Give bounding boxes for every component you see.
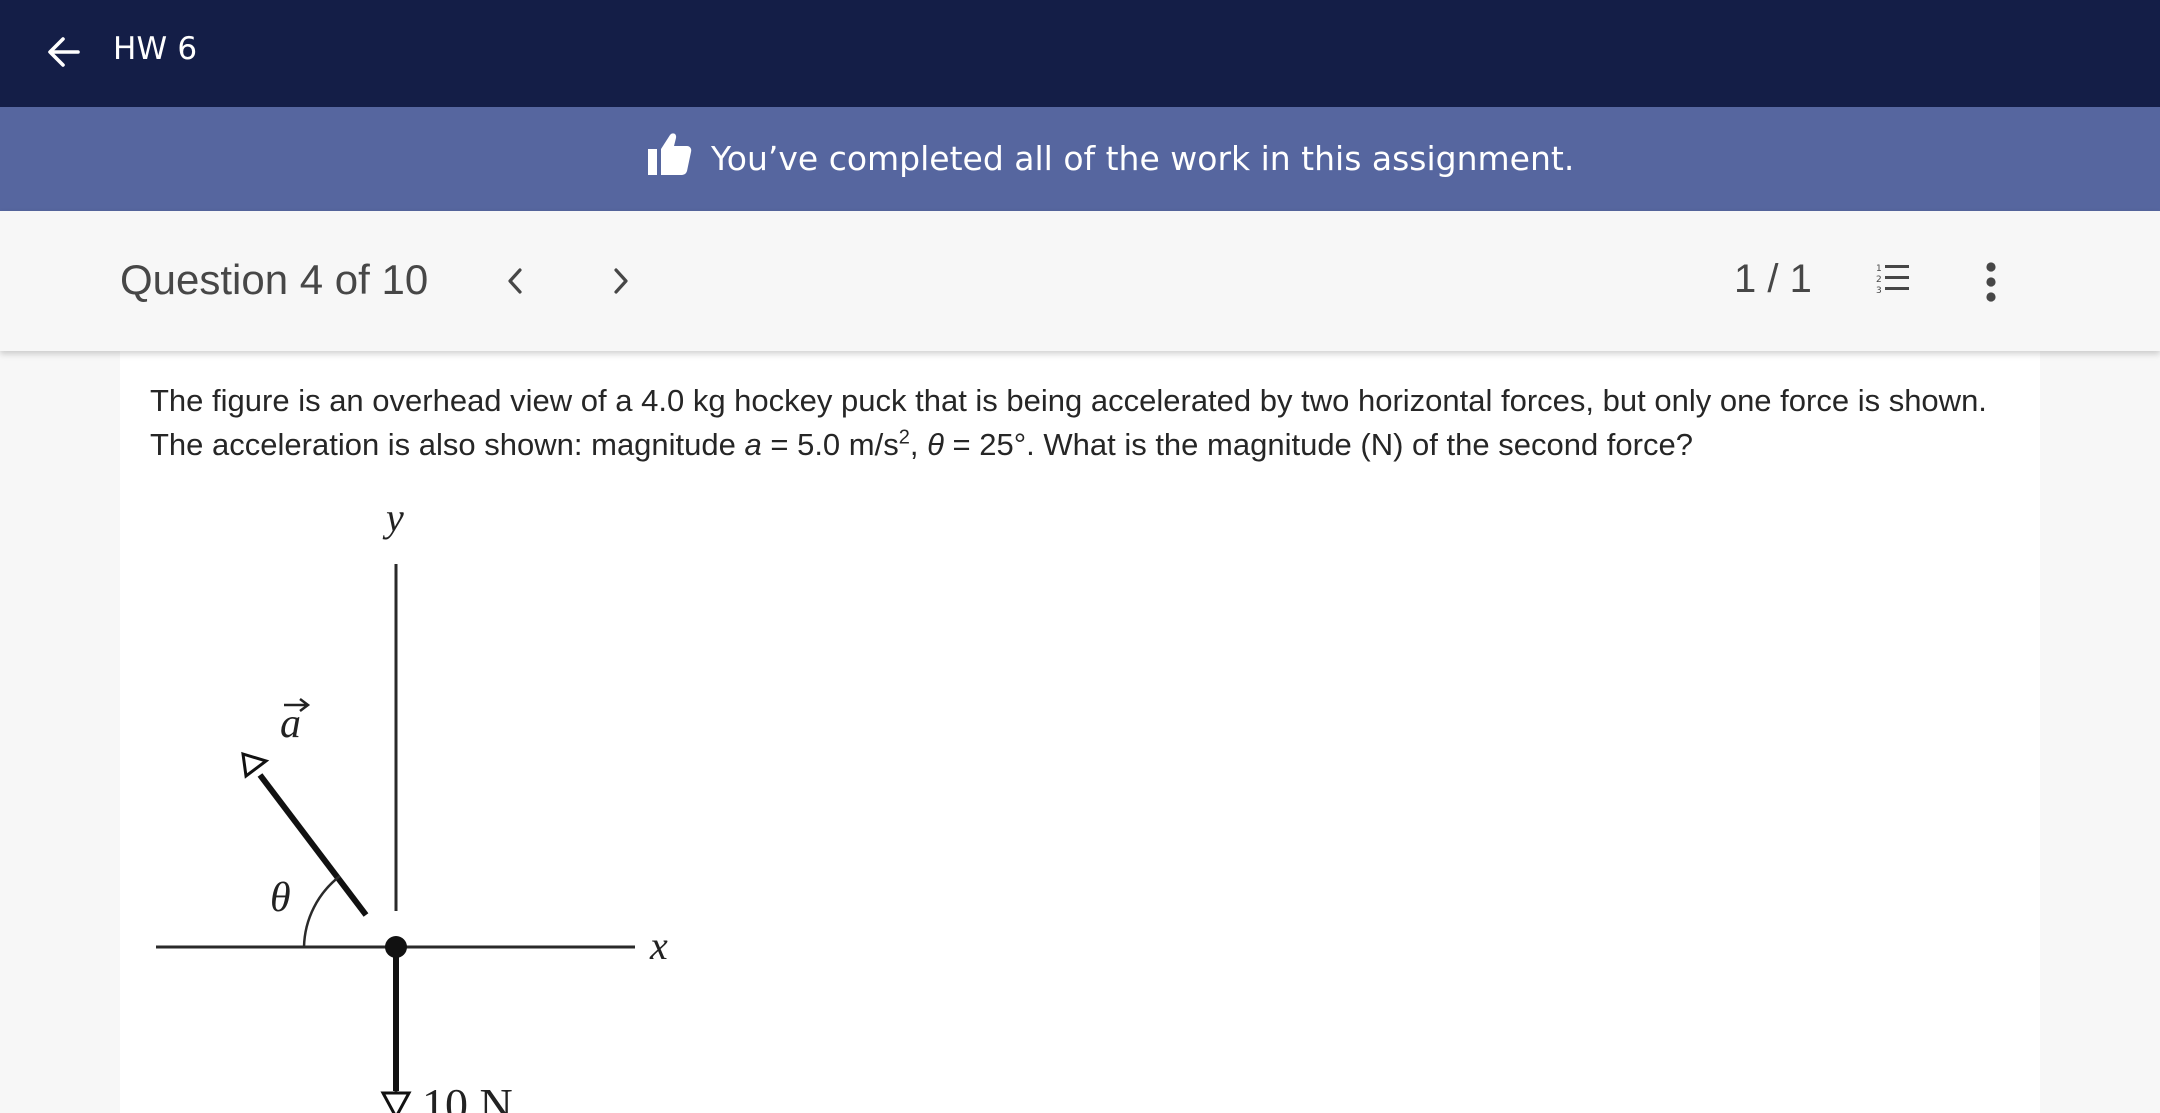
svg-text:1: 1 (1876, 264, 1882, 274)
x-axis-label: x (649, 923, 668, 968)
more-vertical-icon (1986, 262, 1996, 302)
question-content: The figure is an overhead view of a 4.0 … (120, 351, 2040, 1113)
chevron-left-icon (508, 268, 522, 294)
more-options-button[interactable] (1976, 261, 2006, 305)
question-text-part: = 5.0 m/s (761, 427, 899, 462)
question-text: The figure is an overhead view of a 4.0 … (150, 379, 2030, 467)
next-question-button[interactable] (594, 255, 646, 307)
completion-banner: You’ve completed all of the work in this… (0, 107, 2160, 211)
question-text-part: The acceleration is also shown: magnitud… (150, 427, 745, 462)
numbered-list-icon: 1 2 3 (1876, 264, 1909, 296)
theta-label: θ (270, 875, 291, 921)
theta-arc (302, 875, 341, 948)
question-text-part: = 25°. What is the magnitude (N) of the … (943, 427, 1693, 462)
top-bar: HW 6 (0, 0, 2160, 107)
question-text-part: , (909, 427, 928, 462)
acceleration-symbol: a (744, 427, 762, 462)
previous-question-button[interactable] (490, 255, 542, 307)
y-axis-label: y (382, 495, 404, 540)
force-diagram: y x a θ 10 N (156, 495, 668, 1113)
exponent: 2 (898, 426, 910, 449)
puck-dot (385, 936, 407, 958)
question-counter: Question 4 of 10 (120, 256, 429, 303)
completion-message: You’ve completed all of the work in this… (711, 139, 1575, 178)
chevron-right-icon (614, 268, 628, 294)
question-line-2: The acceleration is also shown: magnitud… (150, 423, 2030, 467)
acceleration-arrowhead (241, 751, 270, 779)
assignment-title: HW 6 (113, 31, 198, 67)
svg-text:3: 3 (1876, 286, 1882, 296)
question-nav-bar: Question 4 of 10 1 / 1 1 2 3 (0, 211, 2160, 351)
question-line-1: The figure is an overhead view of a 4.0 … (150, 383, 1987, 418)
thumbs-up-icon (648, 133, 692, 175)
force-arrowhead (380, 1091, 412, 1113)
force-label: 10 N (422, 1079, 513, 1113)
arrow-left-icon (48, 37, 80, 67)
question-list-button[interactable]: 1 2 3 (1868, 259, 1918, 303)
question-score: 1 / 1 (1734, 257, 1812, 301)
theta-symbol: θ (927, 427, 944, 462)
back-button[interactable] (36, 24, 92, 80)
acceleration-label: a (280, 701, 301, 747)
svg-text:2: 2 (1876, 275, 1882, 285)
